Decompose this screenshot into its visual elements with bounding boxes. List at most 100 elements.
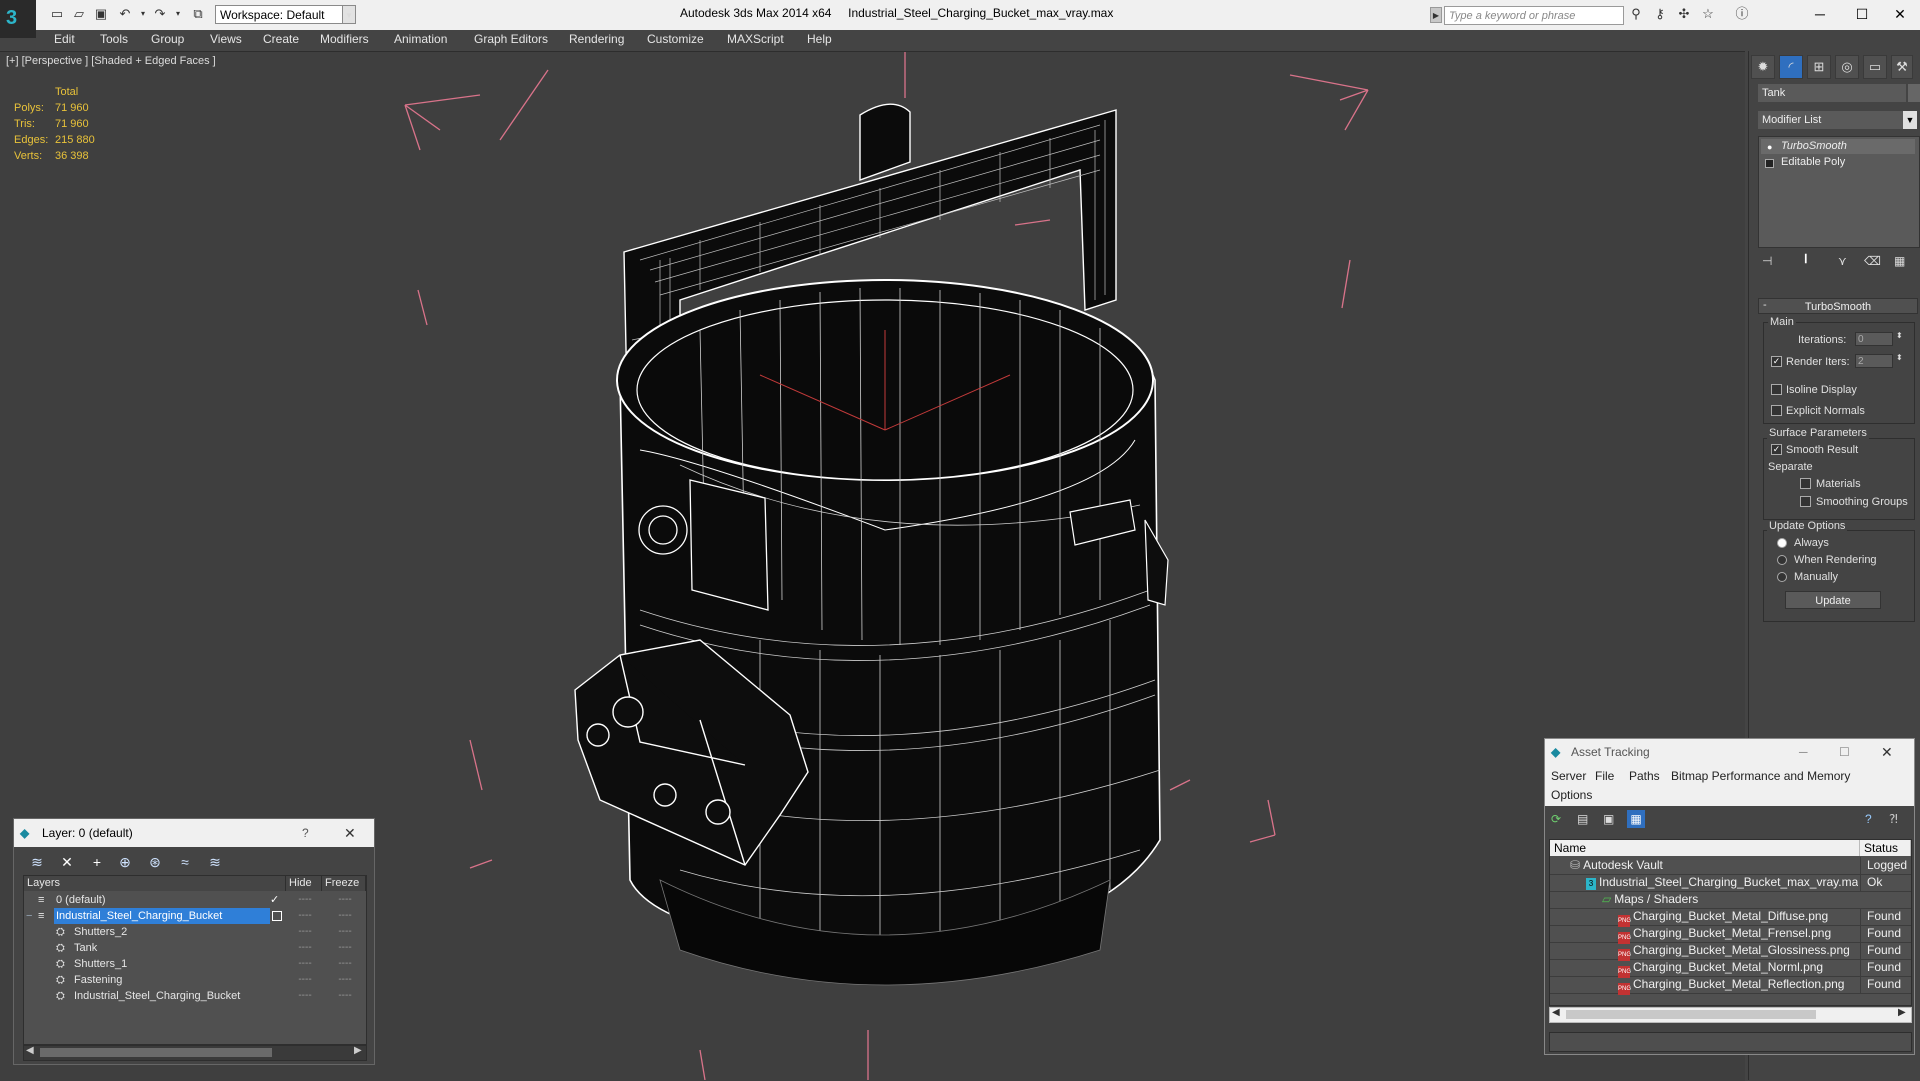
save-icon[interactable]: ▣ <box>93 7 109 21</box>
utilities-tab-icon[interactable]: ⚒ <box>1891 55 1913 79</box>
layer-row[interactable]: ≡ 0 (default) ✓ ---- ---- <box>24 892 366 908</box>
menu-help[interactable]: Help <box>807 32 832 46</box>
turbosmooth-rollout-header[interactable]: TurboSmooth <box>1758 298 1918 314</box>
show-end-result-icon[interactable]: Ⅰ <box>1804 252 1808 266</box>
active-layer-check-icon[interactable]: ✓ <box>270 892 279 908</box>
iterations-spinner[interactable]: 0 <box>1855 332 1893 346</box>
menu-rendering[interactable]: Rendering <box>569 32 624 46</box>
column-freeze[interactable]: Freeze <box>322 876 366 891</box>
delete-layer-icon[interactable]: ✕ <box>58 853 76 871</box>
configure-modifier-sets-icon[interactable]: ▦ <box>1894 254 1905 268</box>
menu-create[interactable]: Create <box>263 32 299 46</box>
object-freeze-toggle[interactable]: ---- <box>330 956 360 972</box>
column-status[interactable]: Status <box>1860 840 1911 856</box>
communication-center-icon[interactable]: ✣ <box>1676 7 1692 21</box>
modifier-list-dropdown[interactable]: Modifier List <box>1758 111 1916 129</box>
object-hide-toggle[interactable]: ---- <box>290 988 320 1004</box>
asset-contextual-help-icon[interactable]: ⁈ <box>1889 812 1898 826</box>
redo-dropdown-icon[interactable]: ▾ <box>170 7 186 21</box>
materials-checkbox[interactable] <box>1800 478 1811 489</box>
app-logo-button[interactable]: 3 <box>0 0 36 38</box>
light-bulb-icon[interactable]: ● <box>1767 142 1772 152</box>
layer-row[interactable]: ⛭ Tank ---- ---- <box>24 940 366 956</box>
menu-customize[interactable]: Customize <box>647 32 704 46</box>
select-objects-in-layer-icon[interactable]: ⊛ <box>146 853 164 871</box>
asset-scrollbar-thumb[interactable] <box>1566 1010 1816 1019</box>
layer-row[interactable]: ⛭ Shutters_2 ---- ---- <box>24 924 366 940</box>
object-freeze-toggle[interactable]: ---- <box>330 940 360 956</box>
manually-radio[interactable] <box>1777 572 1787 582</box>
layer-freeze-toggle[interactable]: ---- <box>330 892 360 908</box>
expand-box-icon[interactable] <box>1765 159 1774 168</box>
scroll-left-icon[interactable]: ◀ <box>26 1045 34 1056</box>
close-button[interactable]: ✕ <box>1880 3 1920 25</box>
render-iters-checkbox[interactable]: ✓ <box>1771 356 1782 367</box>
hide-all-layers-icon[interactable]: ≋ <box>206 853 224 871</box>
layer-dialog-help-button[interactable]: ? <box>302 819 309 847</box>
binoculars-icon[interactable]: ⚲ <box>1628 7 1644 21</box>
layer-row[interactable]: ⛭ Industrial_Steel_Charging_Bucket ---- … <box>24 988 366 1004</box>
object-color-swatch[interactable] <box>1908 84 1920 102</box>
pin-stack-icon[interactable]: ⊣ <box>1762 254 1772 268</box>
asset-close-button[interactable]: ✕ <box>1881 739 1893 766</box>
stack-item-editable-poly[interactable]: Editable Poly <box>1761 155 1915 170</box>
layer-row[interactable]: ⛭ Shutters_1 ---- ---- <box>24 956 366 972</box>
menu-maxscript[interactable]: MAXScript <box>727 32 784 46</box>
asset-minimize-button[interactable]: ─ <box>1799 739 1808 766</box>
layer-dialog-close-button[interactable]: ✕ <box>344 819 356 847</box>
remove-modifier-icon[interactable]: ⌫ <box>1864 254 1881 268</box>
asset-menu-server[interactable]: Server <box>1551 769 1586 783</box>
modifier-list-arrow-icon[interactable]: ▼ <box>1903 111 1917 129</box>
menu-graph-editors[interactable]: Graph Editors <box>474 32 548 46</box>
open-file-icon[interactable]: ▱ <box>71 7 87 21</box>
collapse-icon[interactable]: − <box>26 908 32 924</box>
render-iters-spinner[interactable]: 2 <box>1855 354 1893 368</box>
scroll-right-icon[interactable]: ▶ <box>354 1045 362 1056</box>
menu-group[interactable]: Group <box>151 32 184 46</box>
asset-row[interactable]: ▱ Maps / Shaders <box>1550 891 1911 909</box>
tree-view-icon[interactable]: ▣ <box>1603 812 1614 826</box>
create-tab-icon[interactable]: ✹ <box>1751 55 1775 79</box>
render-iters-spinner-arrows-icon[interactable]: ⬍ <box>1896 353 1903 362</box>
object-hide-toggle[interactable]: ---- <box>290 956 320 972</box>
asset-row[interactable]: PNG Charging_Bucket_Metal_Frensel.png Fou… <box>1550 925 1911 944</box>
table-view-icon[interactable]: ▦ <box>1627 810 1645 828</box>
iterations-spinner-arrows-icon[interactable]: ⬍ <box>1896 331 1903 340</box>
column-name[interactable]: Name <box>1550 840 1860 856</box>
object-hide-toggle[interactable]: ---- <box>290 924 320 940</box>
object-hide-toggle[interactable]: ---- <box>290 940 320 956</box>
redo-icon[interactable]: ↷ <box>152 7 168 21</box>
motion-tab-icon[interactable]: ◎ <box>1835 55 1859 79</box>
layer-dialog-titlebar[interactable]: ◆ Layer: 0 (default) ? ✕ <box>14 819 374 847</box>
layer-row[interactable]: ⛭ Fastening ---- ---- <box>24 972 366 988</box>
layers-toggle-icon[interactable]: ≋ <box>28 853 46 871</box>
isoline-display-checkbox[interactable] <box>1771 384 1782 395</box>
layer-freeze-toggle[interactable]: ---- <box>330 908 360 924</box>
list-view-icon[interactable]: ▤ <box>1577 812 1588 826</box>
always-radio[interactable] <box>1777 538 1787 548</box>
asset-scroll-left-icon[interactable]: ◀ <box>1552 1007 1560 1018</box>
asset-help-icon[interactable]: ? <box>1865 812 1872 826</box>
add-selected-to-layer-icon[interactable]: ⊕ <box>116 853 134 871</box>
asset-menu-paths[interactable]: Paths <box>1629 769 1660 783</box>
asset-scroll-right-icon[interactable]: ▶ <box>1898 1007 1906 1018</box>
layer-hide-toggle[interactable]: ---- <box>290 892 320 908</box>
key-icon[interactable]: ⚷ <box>1652 7 1668 21</box>
asset-menu-bitmap-performance[interactable]: Bitmap Performance and Memory <box>1671 769 1850 783</box>
project-folder-icon[interactable]: ⧉ <box>190 7 206 21</box>
column-hide[interactable]: Hide <box>286 876 322 891</box>
asset-row[interactable]: PNG Charging_Bucket_Metal_Norml.png Found <box>1550 959 1911 978</box>
layer-hide-toggle[interactable]: ---- <box>290 908 320 924</box>
undo-icon[interactable]: ↶ <box>117 7 133 21</box>
smooth-result-checkbox[interactable]: ✓ <box>1771 444 1782 455</box>
search-input[interactable]: Type a keyword or phrase <box>1444 6 1624 25</box>
asset-row[interactable]: PNG Charging_Bucket_Metal_Diffuse.png Fou… <box>1550 908 1911 927</box>
smoothing-groups-checkbox[interactable] <box>1800 496 1811 507</box>
modifier-stack[interactable]: TurboSmooth ● Editable Poly <box>1758 136 1920 248</box>
menu-modifiers[interactable]: Modifiers <box>320 32 369 46</box>
help-icon[interactable]: ⓘ <box>1734 7 1750 21</box>
layer-row[interactable]: − ≡ Industrial_Steel_Charging_Bucket ---… <box>24 908 366 924</box>
set-current-layer-icon[interactable] <box>272 911 282 921</box>
menu-edit[interactable]: Edit <box>54 32 75 46</box>
viewport-label[interactable]: [+] [Perspective ] [Shaded + Edged Faces… <box>6 55 216 67</box>
